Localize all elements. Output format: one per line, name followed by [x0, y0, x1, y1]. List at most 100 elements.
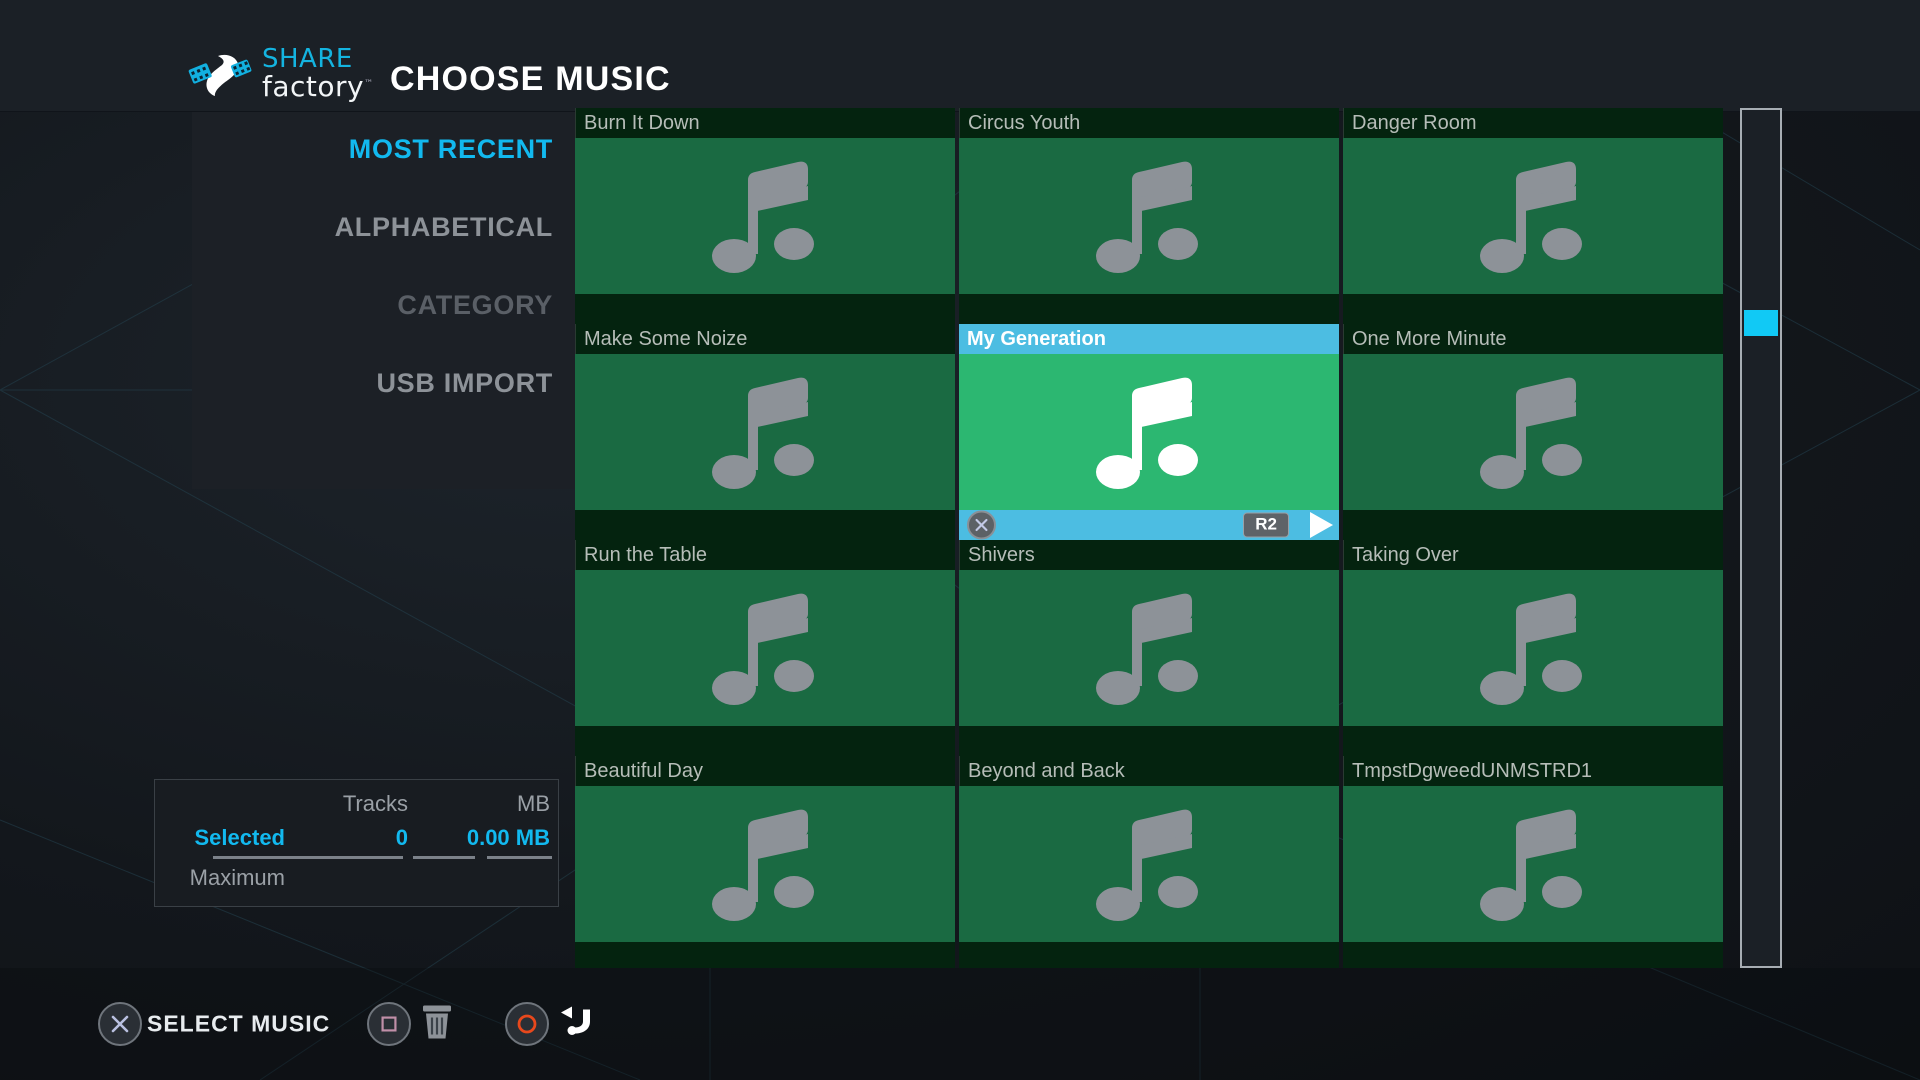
track-tile[interactable]: TmpstDgweedUNMSTRD1 [1343, 756, 1723, 968]
bottom-action-bar: SELECT MUSIC [0, 968, 1920, 1080]
app-header: SHARE factory™ CHOOSE MUSIC [0, 0, 1920, 112]
music-note-icon [1478, 590, 1588, 706]
summary-selected-label: Selected [195, 825, 286, 851]
track-tile[interactable]: Shivers [959, 540, 1339, 756]
track-tile[interactable]: Burn It Down [575, 108, 955, 324]
sidebar-item-alphabetical[interactable]: ALPHABETICAL [335, 212, 553, 243]
music-note-icon [710, 806, 820, 922]
track-footer [959, 294, 1339, 324]
track-thumbnail[interactable] [959, 786, 1339, 942]
track-thumbnail[interactable] [575, 138, 955, 294]
summary-selected-mb: 0.00 MB [467, 825, 550, 851]
track-title: One More Minute [1343, 324, 1723, 354]
summary-header-tracks: Tracks [343, 791, 408, 817]
track-footer [1343, 942, 1723, 968]
track-title: Run the Table [575, 540, 955, 570]
track-row: Beautiful DayBeyond and BackTmpstDgweedU… [575, 756, 1727, 968]
page-title: CHOOSE MUSIC [390, 60, 671, 99]
circle-button[interactable] [505, 1002, 549, 1046]
track-tile[interactable]: Make Some Noize [575, 324, 955, 540]
back-button[interactable] [560, 1005, 596, 1044]
track-tile[interactable]: Beautiful Day [575, 756, 955, 968]
logo-factory-text: factory™ [262, 73, 374, 101]
track-title: My Generation [959, 324, 1339, 354]
sidebar-item-most-recent[interactable]: MOST RECENT [349, 134, 553, 165]
music-note-icon [710, 374, 820, 490]
summary-selected-tracks: 0 [396, 825, 408, 851]
track-action-bar: R2 [959, 510, 1339, 540]
track-footer [575, 510, 955, 540]
track-thumbnail[interactable] [959, 354, 1339, 510]
track-tile[interactable]: Taking Over [1343, 540, 1723, 756]
select-music-label: SELECT MUSIC [147, 1011, 330, 1038]
track-title: Circus Youth [959, 108, 1339, 138]
logo-share-text: SHARE [262, 46, 374, 72]
music-note-icon [1094, 158, 1204, 274]
music-track-grid: Burn It DownCircus YouthDanger RoomMake … [575, 108, 1727, 968]
selection-summary-panel: Tracks MB Selected 0 0.00 MB Maximum [154, 779, 559, 907]
track-thumbnail[interactable] [1343, 570, 1723, 726]
summary-divider-tracks [413, 856, 475, 859]
track-thumbnail[interactable] [575, 786, 955, 942]
summary-header-mb: MB [517, 791, 550, 817]
track-title: Burn It Down [575, 108, 955, 138]
track-footer [959, 942, 1339, 968]
back-arrow-icon [560, 1005, 596, 1039]
trash-can-icon [420, 1003, 454, 1041]
music-note-icon [1094, 374, 1204, 490]
track-thumbnail[interactable] [959, 138, 1339, 294]
track-tile[interactable]: One More Minute [1343, 324, 1723, 540]
scrollbar-thumb[interactable] [1744, 310, 1778, 336]
track-footer [959, 726, 1339, 756]
square-button[interactable] [367, 1002, 411, 1046]
track-thumbnail[interactable] [959, 570, 1339, 726]
summary-divider-label [213, 856, 403, 859]
track-footer [575, 726, 955, 756]
track-tile[interactable]: Beyond and Back [959, 756, 1339, 968]
sharefactory-filmstrip-logo-icon [188, 50, 256, 102]
track-tile[interactable]: Run the Table [575, 540, 955, 756]
track-row: Make Some NoizeMy Generation R2 One More M… [575, 324, 1727, 540]
track-thumbnail[interactable] [1343, 138, 1723, 294]
playstation-cross-icon [973, 517, 990, 534]
track-thumbnail[interactable] [575, 570, 955, 726]
music-note-icon [1478, 806, 1588, 922]
grid-scrollbar[interactable] [1740, 108, 1782, 968]
cross-button[interactable] [98, 1002, 142, 1046]
track-footer [1343, 294, 1723, 324]
summary-divider-mb [487, 856, 552, 859]
music-note-icon [1094, 806, 1204, 922]
track-footer [1343, 726, 1723, 756]
playstation-circle-icon [515, 1012, 539, 1036]
sharefactory-logo: SHARE factory™ [188, 46, 374, 102]
track-row: Run the TableShiversTaking Over [575, 540, 1727, 756]
logo-factory-word: factory [262, 70, 364, 103]
music-note-icon [710, 590, 820, 706]
track-title: Make Some Noize [575, 324, 955, 354]
track-select-cross-button[interactable] [967, 511, 996, 540]
track-row: Burn It DownCircus YouthDanger Room [575, 108, 1727, 324]
track-thumbnail[interactable] [575, 354, 955, 510]
sidebar-item-category[interactable]: CATEGORY [397, 290, 553, 321]
track-thumbnail[interactable] [1343, 354, 1723, 510]
music-note-icon [710, 158, 820, 274]
preview-r2-badge[interactable]: R2 [1243, 513, 1289, 538]
music-note-icon [1478, 158, 1588, 274]
sidebar-item-usb-import[interactable]: USB IMPORT [376, 368, 553, 399]
music-note-icon [1478, 374, 1588, 490]
sort-menu-panel: MOST RECENT ALPHABETICAL CATEGORY USB IMPOR… [192, 112, 575, 489]
play-triangle-icon[interactable] [1310, 512, 1333, 538]
logo-trademark: ™ [364, 79, 374, 89]
track-title: Beautiful Day [575, 756, 955, 786]
track-tile[interactable]: Danger Room [1343, 108, 1723, 324]
summary-maximum-label: Maximum [190, 865, 285, 891]
track-title: Shivers [959, 540, 1339, 570]
delete-button[interactable] [420, 1003, 454, 1046]
track-title: Beyond and Back [959, 756, 1339, 786]
track-tile-selected[interactable]: My Generation R2 [959, 324, 1339, 540]
track-thumbnail[interactable] [1343, 786, 1723, 942]
track-tile[interactable]: Circus Youth [959, 108, 1339, 324]
playstation-square-icon [378, 1013, 400, 1035]
playstation-cross-icon [108, 1012, 132, 1036]
track-title: TmpstDgweedUNMSTRD1 [1343, 756, 1723, 786]
